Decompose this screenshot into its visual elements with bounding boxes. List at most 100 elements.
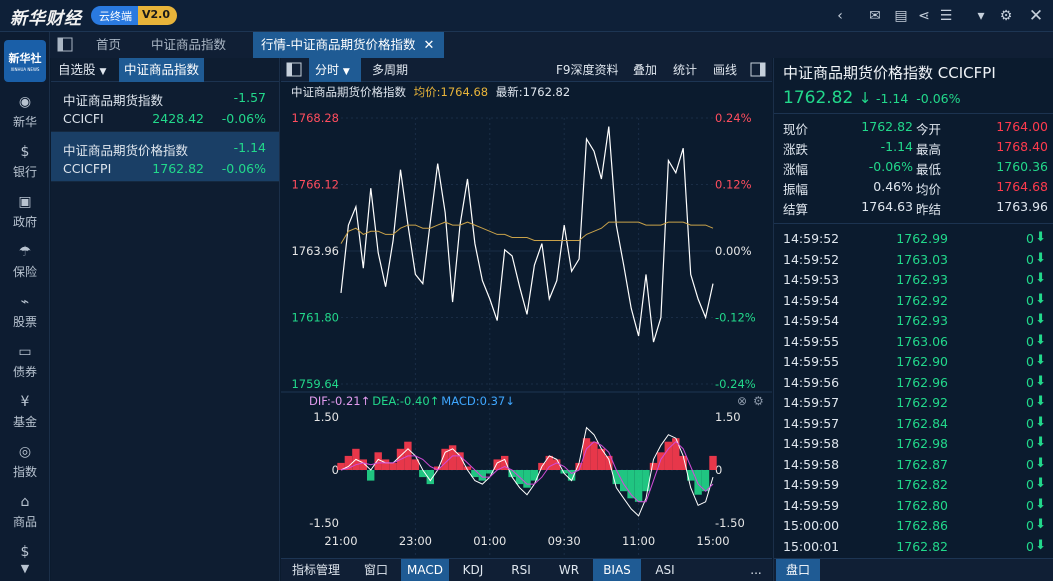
sidebar-label: 银行 bbox=[12, 165, 37, 179]
stats-button[interactable]: 统计 bbox=[673, 58, 697, 82]
watchlist-header: 自选股 ▼ 中证商品指数 bbox=[51, 58, 279, 82]
tab-quote-active[interactable]: 行情-中证商品期货价格指数 ✕ bbox=[253, 32, 444, 58]
sidebar-item-fund[interactable]: ¥ 基金 bbox=[0, 394, 50, 430]
y-tick-label-right: -0.24% bbox=[715, 377, 756, 391]
overlay-button[interactable]: 叠加 bbox=[633, 58, 657, 82]
back-icon[interactable]: ‹ bbox=[829, 5, 851, 27]
tick-time: 14:59:58 bbox=[783, 436, 840, 451]
tab-indicator-manage[interactable]: 指标管理 bbox=[283, 559, 349, 581]
tab-close-icon[interactable]: ✕ bbox=[424, 38, 435, 53]
tick-volume: 0 bbox=[1026, 251, 1034, 267]
sidebar-item-commodity[interactable]: ⌂ 商品 bbox=[0, 494, 50, 530]
collapse-left-icon[interactable] bbox=[284, 58, 304, 82]
y-tick-label-right: 0.24% bbox=[715, 111, 752, 125]
draw-button[interactable]: 画线 bbox=[713, 58, 737, 82]
tick-price: 1762.96 bbox=[896, 374, 948, 390]
row-price: 1762.82 bbox=[152, 161, 204, 176]
tick-row: 14:59:59 1762.80 0 ⬇ bbox=[774, 496, 1053, 516]
chart-name: 中证商品期货价格指数 bbox=[291, 85, 406, 99]
sidebar-label: 指数 bbox=[12, 465, 37, 479]
shirt-icon[interactable]: ▾ bbox=[970, 5, 992, 27]
stat-label: 最低 bbox=[916, 162, 942, 177]
tick-row: 14:59:54 1762.92 0 ⬇ bbox=[774, 291, 1053, 311]
sidebar-item-government[interactable]: ▣ 政府 bbox=[0, 194, 50, 230]
tick-price: 1762.93 bbox=[896, 272, 948, 287]
down-arrow-icon: ⬇ bbox=[1035, 271, 1046, 286]
tick-time: 14:59:54 bbox=[783, 313, 840, 328]
tab-quote-label: 行情-中证商品期货价格指数 bbox=[261, 37, 416, 52]
down-arrow-icon: ⬇ bbox=[1035, 537, 1046, 553]
down-arrow-icon: ⬇ bbox=[1035, 394, 1046, 409]
chart-svg[interactable]: 1768.28 1766.12 1763.96 1761.80 1759.64 0.24%… bbox=[281, 102, 772, 577]
tab-window[interactable]: 窗口 bbox=[353, 559, 399, 581]
tick-price: 1762.86 bbox=[896, 518, 948, 533]
tab-kdj[interactable]: KDJ bbox=[449, 559, 497, 581]
gear-icon[interactable]: ⚙ bbox=[995, 5, 1017, 27]
tick-time: 14:59:52 bbox=[783, 251, 840, 267]
tab-home[interactable]: 首页 bbox=[88, 32, 129, 58]
tick-time: 14:59:59 bbox=[783, 497, 840, 513]
stat-value: -0.06% bbox=[868, 159, 913, 174]
layout-toggle-icon[interactable] bbox=[54, 32, 76, 58]
list-icon[interactable]: ☰ bbox=[935, 5, 957, 27]
macd-bar bbox=[389, 462, 397, 470]
umbrella-icon: ☂ bbox=[18, 244, 32, 260]
chat-icon[interactable]: ▤ bbox=[890, 5, 912, 27]
down-arrow-icon: ⬇ bbox=[1035, 250, 1046, 266]
period-dropdown[interactable]: 分时 ▼ bbox=[309, 58, 361, 82]
down-arrow-icon: ⬇ bbox=[1035, 476, 1046, 491]
tick-time: 14:59:56 bbox=[783, 374, 840, 390]
tab-more[interactable]: ... bbox=[743, 559, 769, 581]
tab-my-stocks[interactable]: 自选股 ▼ bbox=[53, 58, 111, 82]
divider bbox=[774, 113, 1053, 114]
period-label: 分时 bbox=[315, 63, 340, 77]
logo-title: 新华社 bbox=[8, 52, 42, 65]
sidebar-label: 股票 bbox=[12, 315, 37, 329]
sidebar-item-insurance[interactable]: ☂ 保险 bbox=[0, 244, 50, 280]
sidebar-item-xinhua[interactable]: ◉ 新华 bbox=[0, 94, 50, 130]
tick-price: 1763.03 bbox=[896, 251, 948, 267]
tick-volume: 0 bbox=[1026, 477, 1034, 492]
tab-csi-commodity-list[interactable]: 中证商品指数 bbox=[119, 58, 205, 82]
cloud-badge[interactable]: 云终端 V2.0 bbox=[91, 6, 177, 25]
macd-dea: DEA:-0.40↑ bbox=[372, 394, 439, 408]
chart-toolbar: 分时 ▼ 多周期 F9深度资料 叠加 统计 画线 bbox=[281, 58, 772, 82]
row-change: -1.14 bbox=[233, 140, 266, 155]
sidebar-item-bond[interactable]: ▭ 债券 bbox=[0, 344, 50, 380]
tab-macd[interactable]: MACD bbox=[401, 559, 449, 581]
tab-csi-commodity[interactable]: 中证商品指数 bbox=[143, 32, 234, 58]
y-tick-label: 1761.80 bbox=[291, 311, 339, 325]
close-icon[interactable]: ✕ bbox=[1025, 5, 1047, 27]
tick-row: 14:59:57 1762.84 0 ⬇ bbox=[774, 414, 1053, 434]
sidebar-item-index[interactable]: ◎ 指数 bbox=[0, 444, 50, 480]
collapse-right-icon[interactable] bbox=[748, 58, 768, 82]
f9-button[interactable]: F9深度资料 bbox=[556, 58, 619, 82]
row-code: CCICFPI bbox=[63, 161, 112, 176]
tab-pankou[interactable]: 盘口 bbox=[776, 559, 820, 581]
macd-y-tick: -1.50 bbox=[309, 516, 339, 530]
sidebar-item-stock[interactable]: ⌁ 股票 bbox=[0, 294, 50, 330]
down-arrow-icon: ⬇ bbox=[1035, 435, 1046, 450]
tab-rsi[interactable]: RSI bbox=[497, 559, 545, 581]
stat-value: -1.14 bbox=[880, 139, 913, 154]
sidebar-scroll-down-icon[interactable]: ▼ bbox=[0, 562, 50, 575]
stat-value: 1760.36 bbox=[996, 159, 1048, 174]
tick-time: 14:59:54 bbox=[783, 292, 840, 308]
down-arrow-icon: ⬇ bbox=[1035, 332, 1046, 348]
watchlist-row-ccicfpi[interactable]: 中证商品期货价格指数 -1.14 CCICFPI 1762.82 -0.06% bbox=[51, 132, 279, 182]
share-icon[interactable]: ⋖ bbox=[913, 5, 935, 27]
stat-label: 最高 bbox=[916, 142, 942, 157]
multi-period-button[interactable]: 多周期 bbox=[372, 58, 408, 82]
tab-bias[interactable]: BIAS bbox=[593, 559, 641, 581]
mail-icon[interactable]: ✉ bbox=[864, 5, 886, 27]
watchlist-row-ccicfi[interactable]: 中证商品期货指数 -1.57 CCICFI 2428.42 -0.06% bbox=[51, 82, 279, 132]
tab-asi[interactable]: ASI bbox=[641, 559, 689, 581]
sidebar-item-fx[interactable]: $ bbox=[0, 544, 50, 562]
xinhua-logo[interactable]: 新华社 XINHUA NEWS bbox=[4, 40, 46, 82]
tab-wr[interactable]: WR bbox=[545, 559, 593, 581]
sidebar-item-bank[interactable]: $ 银行 bbox=[0, 144, 50, 180]
pankou-bar: 盘口 bbox=[774, 558, 1053, 581]
stat-label: 均价 bbox=[916, 182, 942, 197]
tick-row: 14:59:55 1763.06 0 ⬇ bbox=[774, 332, 1053, 352]
terminal-window: 新华财经 云终端 V2.0 ‹ ✉ ▤ ⋖ ☰ ▾ ⚙ ✕ 首页 中证商品指数 … bbox=[0, 0, 1053, 581]
